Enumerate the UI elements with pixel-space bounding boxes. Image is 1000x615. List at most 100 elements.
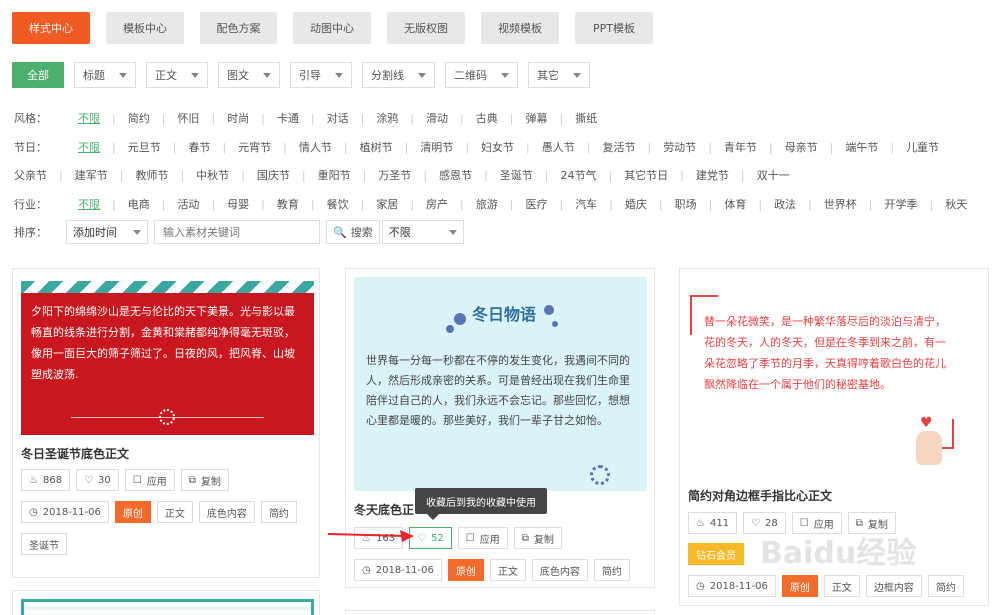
filter-divider-dropdown[interactable]: 分割线 — [362, 62, 435, 88]
filter-image-text-dropdown[interactable]: 图文 — [218, 62, 280, 88]
favorite-button[interactable]: ♡ 52 — [409, 527, 452, 549]
tag-original[interactable]: 原创 — [781, 575, 818, 597]
filter-guide-dropdown[interactable]: 引导 — [290, 62, 352, 88]
tab-template-center[interactable]: 模板中心 — [106, 12, 184, 44]
tag-original[interactable]: 原创 — [447, 559, 484, 581]
filter-qrcode-dropdown[interactable]: 二维码 — [445, 62, 518, 88]
tag-simple[interactable]: 简约 — [593, 559, 630, 581]
filter-tag[interactable]: 卡通 — [265, 110, 311, 126]
tag-simple[interactable]: 简约 — [260, 501, 297, 523]
tab-ppt-template[interactable]: PPT模板 — [575, 12, 653, 44]
filter-tag[interactable]: 父亲节 — [14, 167, 59, 183]
filter-tag[interactable]: 世界杯 — [812, 196, 869, 212]
filter-tag[interactable]: 对话 — [315, 110, 361, 126]
tag-christmas[interactable]: 圣诞节 — [21, 533, 67, 555]
filter-tag[interactable]: 撕纸 — [563, 110, 609, 126]
apply-button[interactable]: ☐ 应用 — [124, 469, 175, 491]
filter-tag[interactable]: 双十一 — [745, 167, 802, 183]
tab-color-scheme[interactable]: 配色方案 — [200, 12, 277, 44]
filter-other-dropdown[interactable]: 其它 — [528, 62, 590, 88]
filter-tag[interactable]: 活动 — [165, 196, 211, 212]
filter-tag[interactable]: 清明节 — [408, 139, 465, 155]
filter-tag[interactable]: 其它节日 — [612, 167, 680, 183]
card-title[interactable]: 简约对角边框手指比心正文 — [688, 487, 832, 504]
tag-body[interactable]: 正文 — [823, 575, 860, 597]
filter-tag[interactable]: 旅游 — [464, 196, 510, 212]
card-preview[interactable]: 夕阳下的绵绵沙山是无与伦比的天下美景。光与影以最畅直的线条进行分割，金黄和棠赭都… — [21, 281, 314, 435]
filter-tag[interactable]: 教育 — [265, 196, 311, 212]
filter-tag[interactable]: 涂鸦 — [364, 110, 410, 126]
filter-tag[interactable]: 古典 — [464, 110, 510, 126]
filter-tag[interactable]: 汽车 — [563, 196, 609, 212]
filter-tag[interactable]: 重阳节 — [306, 167, 363, 183]
filter-tag[interactable]: 婚庆 — [613, 196, 659, 212]
filter-tag[interactable]: 开学季 — [873, 196, 930, 212]
copy-button[interactable]: ⧉ 复制 — [513, 527, 562, 549]
filter-tag[interactable]: 医疗 — [513, 196, 559, 212]
filter-tag[interactable]: 房产 — [414, 196, 460, 212]
search-button[interactable]: 🔍 搜索 — [326, 220, 380, 244]
vip-badge[interactable]: 钻石会员 — [688, 543, 744, 565]
filter-tag[interactable]: 电商 — [116, 196, 162, 212]
filter-tag[interactable]: 政法 — [762, 196, 808, 212]
filter-tag[interactable]: 元宵节 — [226, 139, 283, 155]
card-title[interactable]: 冬天底色正 — [354, 501, 414, 518]
filter-tag[interactable]: 植树节 — [348, 139, 405, 155]
filter-tag[interactable]: 滑动 — [414, 110, 460, 126]
template-card-partial[interactable] — [12, 590, 320, 615]
tag-original[interactable]: 原创 — [114, 501, 151, 523]
filter-tag[interactable]: 怀旧 — [165, 110, 211, 126]
favorite-button[interactable]: ♡ 30 — [76, 469, 119, 491]
filter-tag[interactable]: 万圣节 — [366, 167, 423, 183]
tag-bg-content[interactable]: 底色内容 — [198, 501, 255, 523]
tag-body[interactable]: 正文 — [156, 501, 193, 523]
filter-tag[interactable]: 劳动节 — [651, 139, 708, 155]
limit-select[interactable]: 不限 — [381, 220, 464, 244]
tag-body[interactable]: 正文 — [489, 559, 526, 581]
filter-tag[interactable]: 秋天 — [933, 196, 979, 212]
filter-all-button[interactable]: 全部 — [12, 62, 64, 88]
filter-tag[interactable]: 国庆节 — [245, 167, 302, 183]
filter-tag[interactable]: 母婴 — [215, 196, 261, 212]
tab-style-center[interactable]: 样式中心 — [12, 12, 90, 44]
filter-tag[interactable]: 中秋节 — [184, 167, 241, 183]
filter-tag[interactable]: 体育 — [712, 196, 758, 212]
filter-tag[interactable]: 圣诞节 — [488, 167, 545, 183]
filter-tag[interactable]: 愚人节 — [530, 139, 587, 155]
filter-tag[interactable]: 元旦节 — [116, 139, 173, 155]
filter-tag[interactable]: 妇女节 — [469, 139, 526, 155]
template-card[interactable]: 夕阳下的绵绵沙山是无与伦比的天下美景。光与影以最畅直的线条进行分割，金黄和棠赭都… — [12, 268, 320, 578]
sort-order-select[interactable]: 添加时间 — [66, 220, 148, 244]
filter-tag[interactable]: 餐饮 — [315, 196, 361, 212]
card-title[interactable]: 冬日圣诞节底色正文 — [21, 445, 129, 462]
tab-free-images[interactable]: 无版权图 — [387, 12, 465, 44]
tab-gif-center[interactable]: 动图中心 — [293, 12, 371, 44]
filter-tag[interactable]: 母亲节 — [773, 139, 830, 155]
tag-simple[interactable]: 简约 — [927, 575, 964, 597]
filter-tag[interactable]: 春节 — [176, 139, 222, 155]
filter-tag[interactable]: 不限 — [66, 110, 112, 126]
filter-tag[interactable]: 感恩节 — [427, 167, 484, 183]
search-input[interactable] — [154, 220, 320, 244]
tag-bg-content[interactable]: 底色内容 — [531, 559, 588, 581]
filter-tag[interactable]: 复活节 — [590, 139, 647, 155]
copy-button[interactable]: ⧉ 复制 — [180, 469, 229, 491]
filter-tag[interactable]: 24节气 — [548, 167, 608, 183]
filter-tag[interactable]: 弹幕 — [513, 110, 559, 126]
filter-tag[interactable]: 家居 — [364, 196, 410, 212]
filter-tag[interactable]: 简约 — [116, 110, 162, 126]
filter-title-dropdown[interactable]: 标题 — [74, 62, 136, 88]
apply-button[interactable]: ☐ 应用 — [457, 527, 508, 549]
filter-tag[interactable]: 教师节 — [123, 167, 180, 183]
card-preview[interactable]: 替一朵花微笑，是一种繁华落尽后的淡泊与清宁，花的冬天，人的冬天，但是在冬季到来之… — [688, 277, 954, 477]
filter-tag[interactable]: 职场 — [663, 196, 709, 212]
tab-video-template[interactable]: 视频模板 — [481, 12, 559, 44]
filter-tag[interactable]: 不限 — [66, 139, 112, 155]
tag-border-content[interactable]: 边框内容 — [865, 575, 922, 597]
filter-tag[interactable]: 青年节 — [712, 139, 769, 155]
filter-tag[interactable]: 儿童节 — [894, 139, 951, 155]
filter-tag[interactable]: 情人节 — [287, 139, 344, 155]
filter-tag[interactable]: 不限 — [66, 196, 112, 212]
card-preview[interactable]: 冬日物语 世界每一分每一秒都在不停的发生变化，我遇间不同的人，然后形成亲密的关系… — [354, 277, 647, 491]
filter-body-dropdown[interactable]: 正文 — [146, 62, 208, 88]
